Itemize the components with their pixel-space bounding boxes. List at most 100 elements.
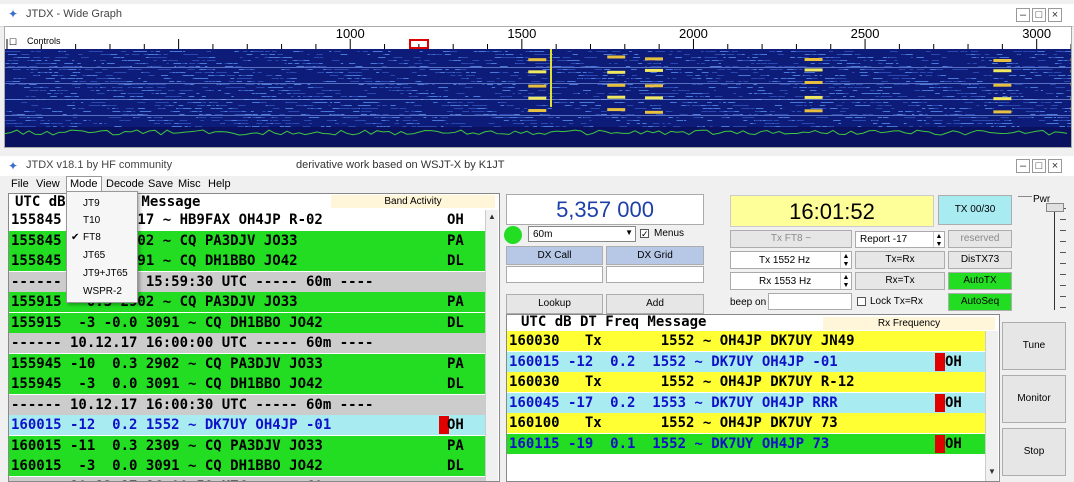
spin-up-icon[interactable]: ▲ — [840, 252, 851, 260]
mode-item-t10[interactable]: T10 — [83, 215, 100, 226]
power-slider-handle[interactable] — [1046, 203, 1064, 212]
menu-view[interactable]: View — [36, 178, 60, 190]
noise-speck — [151, 51, 154, 52]
spin-down-icon[interactable]: ▼ — [933, 240, 944, 248]
noise-speck — [72, 126, 78, 127]
spin-up-icon[interactable]: ▲ — [840, 273, 851, 281]
noise-speck — [137, 93, 143, 94]
monitor-button[interactable]: Monitor — [1002, 375, 1066, 423]
noise-speck — [573, 54, 578, 55]
close-button[interactable]: × — [1048, 159, 1062, 173]
noise-speck — [382, 114, 388, 115]
noise-speck — [725, 66, 729, 67]
minimize-button[interactable]: – — [1016, 159, 1030, 173]
band-select[interactable]: 60m ▼ — [528, 226, 636, 242]
autoseq-button[interactable]: AutoSeq — [948, 293, 1012, 311]
wide-graph-titlebar[interactable]: ✦ JTDX - Wide Graph – □ × — [0, 4, 1074, 27]
noise-speck — [9, 54, 12, 55]
table-row[interactable]: 160115 -19 0.1 1552 ~ DK7UY OH4JP 73OH — [507, 434, 985, 454]
noise-speck — [66, 66, 74, 67]
table-row[interactable]: 155915 -3 -0.0 3091 ~ CQ DH1BBO JO42DL — [9, 313, 485, 333]
signal-trace — [645, 96, 663, 99]
noise-speck — [773, 63, 777, 64]
menu-mode[interactable]: Mode — [66, 176, 102, 191]
tx-frequency-spinbox[interactable]: Tx 1552 Hz ▲ ▼ — [730, 251, 852, 269]
scroll-up-arrow-icon[interactable]: ▲ — [487, 212, 497, 222]
spin-down-icon[interactable]: ▼ — [840, 260, 851, 268]
noise-speck — [197, 63, 200, 64]
noise-speck — [698, 57, 701, 58]
power-slider-track[interactable] — [1054, 206, 1055, 310]
reserved-button[interactable]: reserved — [948, 230, 1012, 248]
rx-frequency-spinbox[interactable]: Rx 1553 Hz ▲ ▼ — [730, 272, 852, 290]
distx73-button[interactable]: DisTX73 — [948, 251, 1012, 269]
rx-frequency-pane[interactable]: UTC dB DT Freq Message Rx Frequency 1600… — [506, 314, 1000, 482]
lookup-button[interactable]: Lookup — [506, 294, 603, 314]
band-activity-scrollbar[interactable]: ▲ — [485, 210, 498, 481]
mode-item-jt9-jt65[interactable]: JT9+JT65 — [83, 268, 128, 279]
menu-help[interactable]: Help — [208, 178, 231, 190]
noise-speck — [576, 63, 579, 64]
table-row[interactable]: 160015 -12 0.2 1552 ~ DK7UY OH4JP -01OH — [507, 352, 985, 372]
noise-speck — [299, 60, 304, 61]
mode-item-jt9[interactable]: JT9 — [83, 198, 100, 209]
maximize-button[interactable]: □ — [1032, 8, 1046, 22]
table-row[interactable]: 160045 -17 0.2 1553 ~ DK7UY OH4JP RRROH — [507, 393, 985, 413]
noise-speck — [241, 75, 246, 76]
mode-item-jt65[interactable]: JT65 — [83, 250, 105, 261]
rx-frequency-scrollbar[interactable]: ▼ — [985, 331, 998, 481]
spin-up-icon[interactable]: ▲ — [933, 232, 944, 240]
noise-speck — [991, 102, 996, 103]
maximize-button[interactable]: □ — [1032, 159, 1046, 173]
table-row[interactable]: ------ 10.12.17 16:00:00 UTC ----- 60m -… — [9, 333, 485, 353]
autotx-button[interactable]: AutoTX — [948, 272, 1012, 290]
table-row[interactable]: 155945 -10 0.3 2902 ~ CQ PA3DJV JO33PA — [9, 354, 485, 374]
table-row[interactable]: 155945 -3 0.0 3091 ~ CQ DH1BBO JO42DL — [9, 374, 485, 394]
noise-speck — [375, 69, 382, 70]
dx-call-label: DX Call — [506, 246, 603, 265]
noise-speck — [185, 108, 191, 109]
waterfall-display[interactable]: 10001500200025003000 ☐ Controls — [4, 26, 1072, 148]
table-row[interactable]: 160015 -12 0.2 1552 ~ DK7UY OH4JP -01OH — [9, 415, 485, 435]
tx-mode-button[interactable]: Tx FT8 ~ — [730, 230, 852, 248]
noise-speck — [916, 57, 923, 58]
tx-counter-button[interactable]: TX 00/30 — [938, 195, 1012, 225]
main-titlebar[interactable]: ✦ JTDX v18.1 by HF community derivative … — [0, 156, 1074, 177]
menu-save[interactable]: Save — [148, 178, 173, 190]
noise-speck — [268, 111, 272, 112]
table-row[interactable]: 160030 Tx 1552 ~ OH4JP DK7UY JN49 — [507, 331, 985, 351]
minimize-button[interactable]: – — [1016, 8, 1030, 22]
table-row[interactable]: 160015 -3 0.0 3091 ~ CQ DH1BBO JO42DL — [9, 456, 485, 476]
table-row[interactable]: 160030 Tx 1552 ~ OH4JP DK7UY R-12 — [507, 372, 985, 392]
spin-down-icon[interactable]: ▼ — [840, 281, 851, 289]
dx-grid-input[interactable] — [606, 266, 704, 283]
report-spinbox[interactable]: Report -17 ▲ ▼ — [855, 231, 945, 248]
close-button[interactable]: × — [1048, 8, 1062, 22]
signal-trace — [993, 97, 1011, 100]
mode-item-wspr2[interactable]: WSPR-2 — [83, 286, 122, 297]
menu-decode[interactable]: Decode — [106, 178, 144, 190]
menu-misc[interactable]: Misc — [178, 178, 201, 190]
menu-file[interactable]: File — [11, 178, 29, 190]
beep-on-input[interactable] — [768, 293, 852, 310]
stop-button[interactable]: Stop — [1002, 428, 1066, 476]
table-row[interactable]: 160015 -11 0.3 2309 ~ CQ PA3DJV JO33PA — [9, 436, 485, 456]
mode-item-ft8[interactable]: FT8 — [83, 232, 101, 243]
table-row[interactable]: ------ 10.12.17 16:00:30 UTC ----- 60m -… — [9, 395, 485, 415]
noise-speck — [632, 75, 637, 76]
rx-frequency-header: UTC dB DT Freq Message — [521, 314, 706, 330]
dx-call-input[interactable] — [506, 266, 603, 283]
table-row[interactable]: ------ 10.12.17 16:00:59 UTC ----- 60m -… — [9, 477, 485, 482]
table-row[interactable]: 160100 Tx 1552 ~ OH4JP DK7UY 73 — [507, 413, 985, 433]
tune-button[interactable]: Tune — [1002, 322, 1066, 370]
menus-checkbox[interactable]: ✓ — [640, 229, 649, 238]
rx-eq-tx-button[interactable]: Rx=Tx — [855, 272, 945, 290]
noise-speck — [47, 93, 51, 94]
add-button[interactable]: Add — [606, 294, 704, 314]
lock-tx-rx-checkbox[interactable] — [857, 297, 866, 306]
scroll-down-arrow-icon[interactable]: ▼ — [987, 467, 997, 477]
controls-checkbox[interactable]: ☐ — [9, 37, 17, 48]
tx-eq-rx-button[interactable]: Tx=Rx — [855, 251, 945, 269]
noise-speck — [31, 105, 37, 106]
country-code: OH — [945, 352, 962, 372]
